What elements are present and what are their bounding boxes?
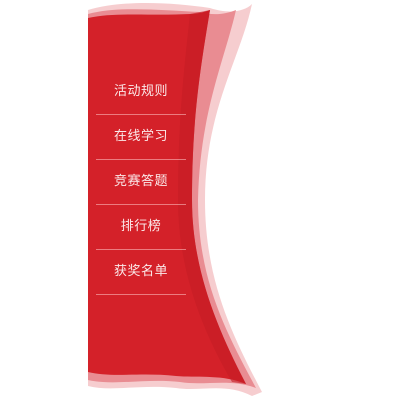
menu-item-competition-quiz[interactable]: 竞赛答题: [96, 160, 186, 205]
menu-item-winners-list[interactable]: 获奖名单: [96, 250, 186, 295]
side-menu: 活动规则 在线学习 竞赛答题 排行榜 获奖名单: [96, 70, 186, 295]
menu-item-online-learning[interactable]: 在线学习: [96, 115, 186, 160]
ribbon-background: [88, 3, 262, 396]
menu-item-leaderboard[interactable]: 排行榜: [96, 205, 186, 250]
menu-item-activity-rules[interactable]: 活动规则: [96, 70, 186, 115]
side-menu-panel: 活动规则 在线学习 竞赛答题 排行榜 获奖名单: [0, 0, 401, 400]
